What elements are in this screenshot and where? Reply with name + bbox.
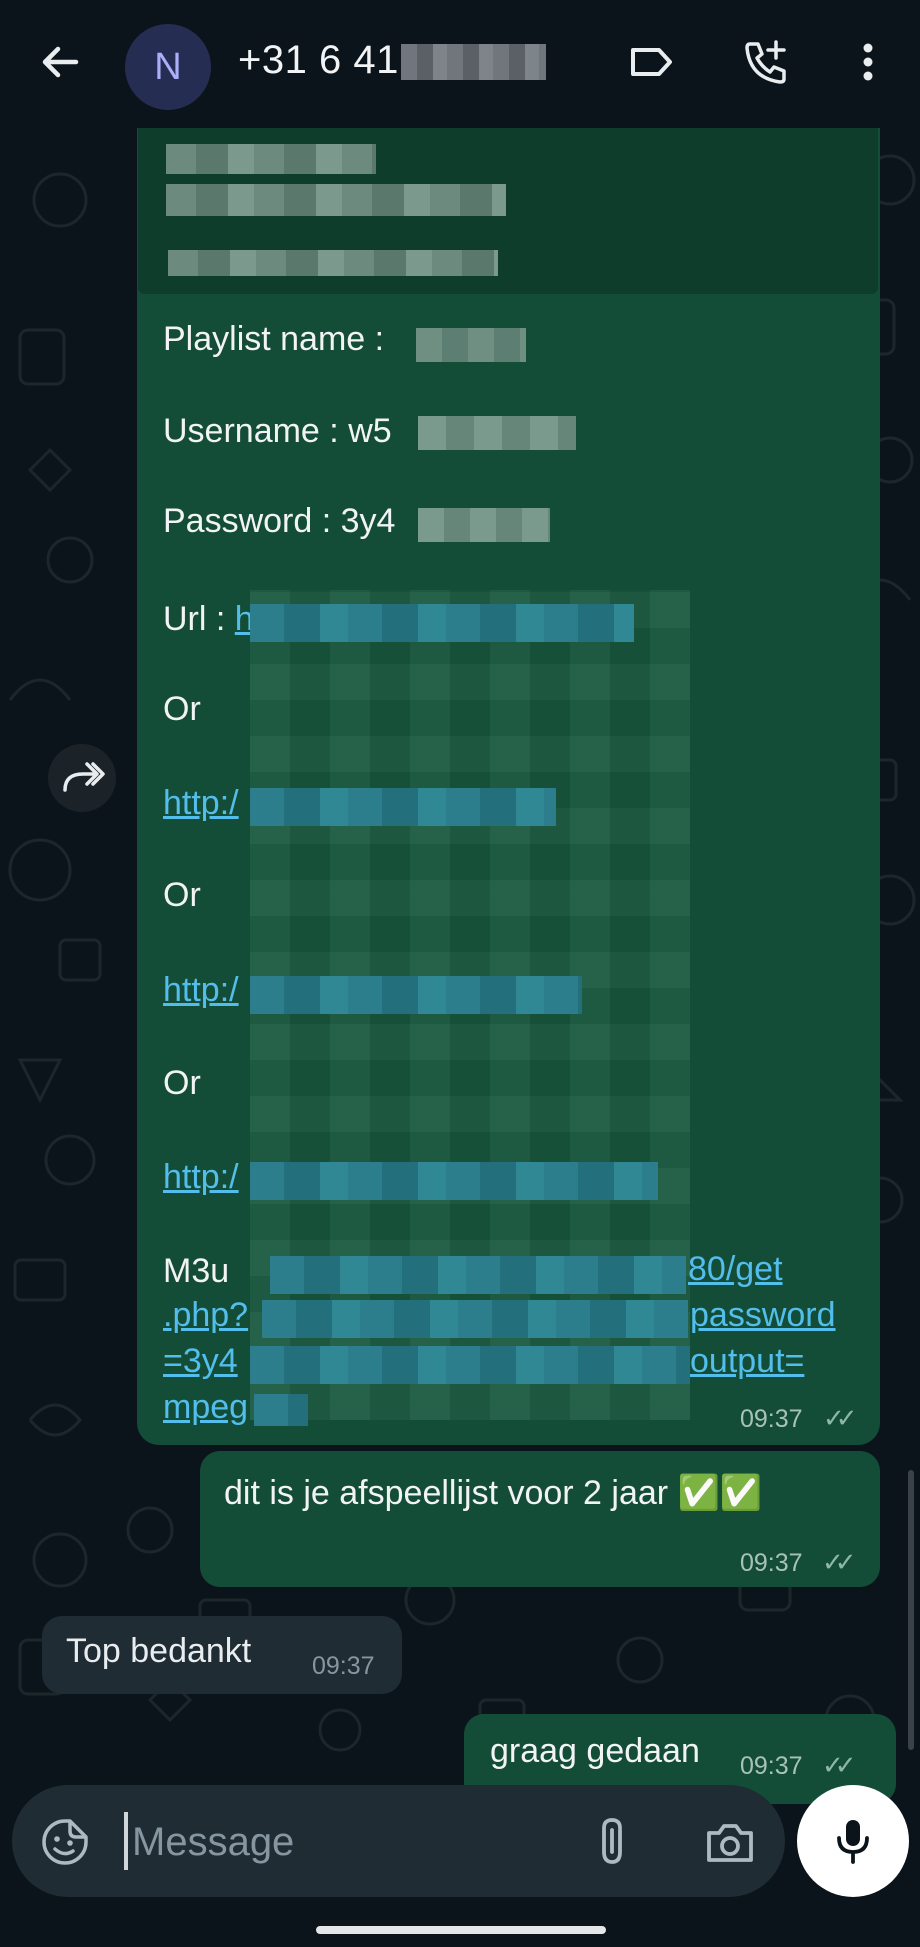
or-line-3: Or (163, 1064, 201, 1103)
password-label: Password : (163, 502, 332, 540)
or-text: Or (163, 1064, 201, 1102)
m3u-link-4[interactable]: mpeg (163, 1388, 248, 1426)
paperclip-icon[interactable] (590, 1816, 636, 1868)
text-caret (124, 1812, 128, 1870)
redacted-link-1 (250, 788, 556, 826)
message-text: graag gedaan (490, 1732, 700, 1770)
m3u-link-tail-3[interactable]: output= (690, 1342, 804, 1380)
url-label: Url : (163, 600, 226, 638)
or-line-2: Or (163, 876, 201, 915)
m3u-link-2[interactable]: .php? (163, 1296, 248, 1334)
m3u-label: M3u (163, 1252, 230, 1290)
redacted-m3u-4 (254, 1394, 308, 1426)
username-line: Username : w5 (163, 412, 392, 451)
redacted-quote-line (168, 250, 498, 276)
username-label: Username : (163, 412, 339, 450)
redacted-quote-line (166, 184, 506, 216)
quoted-message-block (138, 122, 878, 294)
redacted-m3u-2 (262, 1300, 688, 1338)
read-receipt-icon: ✓✓ (822, 1750, 856, 1780)
add-call-icon[interactable] (740, 36, 792, 88)
message-time: 09:37 (740, 1549, 803, 1577)
microphone-icon (837, 1820, 869, 1864)
home-indicator[interactable] (316, 1926, 606, 1934)
m3u-tail-line-1: 80/get (688, 1250, 783, 1289)
label-tag-icon[interactable] (625, 36, 677, 88)
alt-link-line-2: http:/ (163, 971, 239, 1010)
contact-name[interactable]: +31 6 41 (238, 38, 546, 83)
avatar-letter: N (154, 45, 182, 88)
message-bubble-afspeellijst[interactable]: dit is je afspeellijst voor 2 jaar ✅✅ 09… (200, 1451, 880, 1587)
m3u-line-4: mpeg (163, 1388, 248, 1427)
alt-link-2[interactable]: http:/ (163, 971, 239, 1009)
m3u-tail-line-2: password (690, 1296, 836, 1335)
message-time: 09:37 (740, 1752, 803, 1780)
url-line: Url : h (163, 600, 254, 639)
message-bubble-bedankt[interactable]: Top bedankt 09:37 (42, 1616, 402, 1694)
forward-icon (63, 762, 105, 792)
chat-header: N +31 6 41 (0, 0, 920, 128)
read-receipt-icon: ✓✓ (823, 1403, 857, 1433)
username-partial: w5 (348, 412, 392, 450)
m3u-link-3[interactable]: =3y4 (163, 1342, 238, 1380)
read-receipt-icon: ✓✓ (822, 1547, 856, 1577)
scrollbar-thumb[interactable] (908, 1470, 914, 1750)
alt-link-1[interactable]: http:/ (163, 784, 239, 822)
redacted-url (250, 604, 634, 642)
alt-link-3[interactable]: http:/ (163, 1158, 239, 1196)
redacted-m3u-3 (250, 1346, 690, 1384)
message-time: 09:37 (312, 1652, 375, 1680)
m3u-line: M3u (163, 1252, 229, 1291)
playlist-line: Playlist name : (163, 320, 384, 359)
or-text: Or (163, 690, 201, 728)
message-text: dit is je afspeellijst voor 2 jaar ✅✅ (224, 1474, 763, 1512)
m3u-line-2: .php? (163, 1296, 248, 1335)
playlist-label: Playlist name : (163, 320, 385, 358)
password-partial: 3y4 (340, 502, 396, 540)
m3u-link-tail-1[interactable]: 80/get (688, 1250, 783, 1288)
redacted-link-2 (250, 976, 582, 1014)
message-text: Top bedankt (66, 1632, 252, 1670)
redacted-username (418, 416, 576, 450)
redacted-quote-line (166, 144, 376, 174)
redacted-link-3 (250, 1162, 658, 1200)
forward-button[interactable] (48, 744, 116, 812)
m3u-tail-line-3: output= (690, 1342, 804, 1381)
sticker-icon[interactable] (40, 1817, 90, 1867)
password-line: Password : 3y4 (163, 502, 395, 541)
redacted-number-block (400, 44, 546, 81)
contact-number: +31 6 41 (238, 38, 399, 82)
microphone-button[interactable] (797, 1785, 909, 1897)
alt-link-line-3: http:/ (163, 1158, 239, 1197)
back-arrow-icon[interactable] (36, 38, 84, 86)
camera-icon[interactable] (703, 1817, 757, 1867)
or-text: Or (163, 876, 201, 914)
avatar[interactable]: N (125, 24, 211, 110)
redacted-m3u-1 (270, 1256, 686, 1294)
alt-link-line-1: http:/ (163, 784, 239, 823)
message-time: 09:37 (740, 1405, 803, 1433)
message-input[interactable] (130, 1810, 574, 1874)
m3u-line-3: =3y4 (163, 1342, 238, 1381)
or-line-1: Or (163, 690, 201, 729)
redacted-playlist-name (416, 328, 526, 362)
redacted-password (418, 508, 550, 542)
more-vertical-icon[interactable] (842, 36, 894, 88)
m3u-link-tail-2[interactable]: password (690, 1296, 836, 1334)
